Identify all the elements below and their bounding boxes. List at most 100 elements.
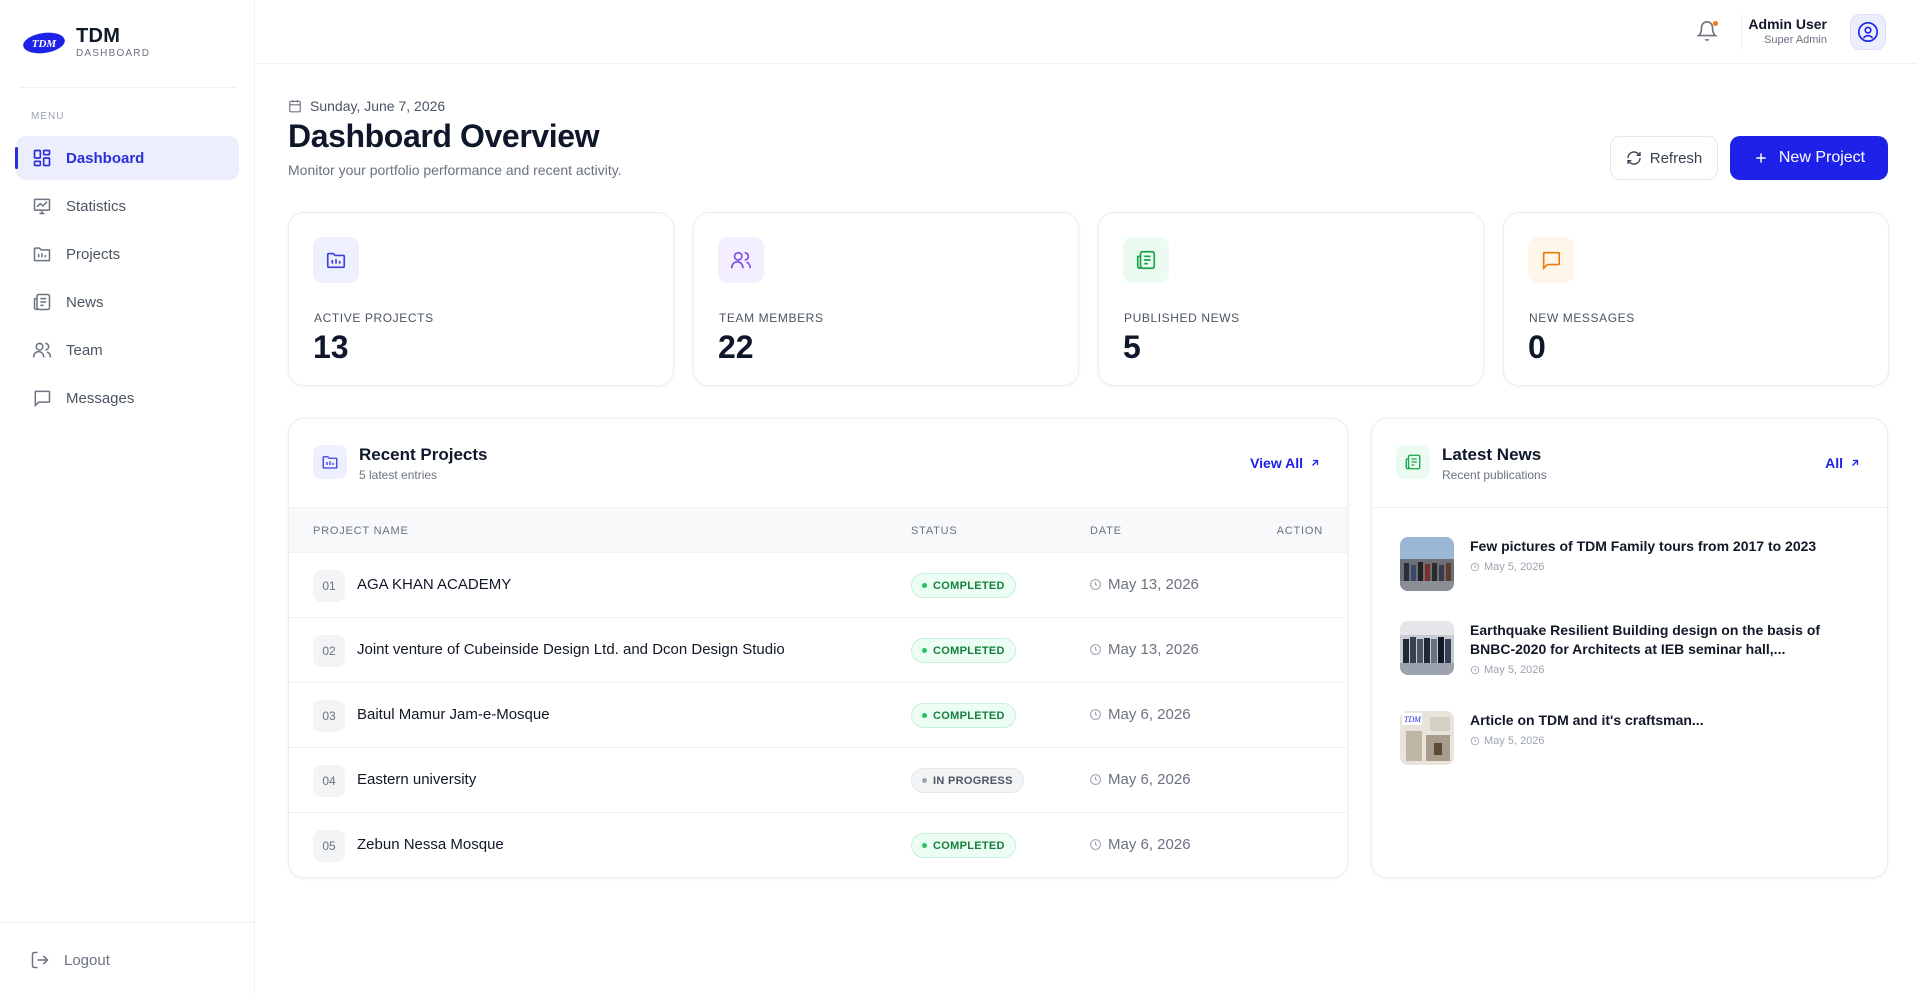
table-row[interactable]: 02 Joint venture of Cubeinside Design Lt… [289, 618, 1347, 683]
status-dot [922, 648, 927, 653]
view-all-label: View All [1250, 455, 1303, 471]
panel-subtitle: Recent publications [1442, 468, 1547, 482]
table-header: PROJECT NAME STATUS DATE ACTION [289, 507, 1347, 553]
refresh-label: Refresh [1649, 149, 1703, 167]
row-number: 01 [313, 570, 345, 602]
brand-subtitle: DASHBOARD [76, 48, 151, 59]
sidebar-item-dashboard[interactable]: Dashboard [15, 136, 239, 180]
arrow-up-right-icon [1852, 459, 1859, 466]
column-header: STATUS [911, 525, 958, 537]
logout-label: Logout [64, 951, 110, 969]
column-header: DATE [1090, 525, 1122, 537]
user-name: Admin User [1748, 16, 1827, 32]
news-thumbnail [1400, 537, 1454, 591]
stat-icon-wrap [718, 237, 764, 283]
stat-value: 5 [1123, 329, 1141, 365]
folder-icon [322, 456, 338, 469]
svg-text:TDM: TDM [32, 38, 58, 50]
sidebar-nav: Dashboard Statistics Projects News Team … [15, 136, 239, 424]
refresh-icon [1627, 151, 1641, 165]
view-all-link[interactable]: View All [1250, 455, 1321, 471]
row-number: 03 [313, 700, 345, 732]
status-badge: COMPLETED [911, 833, 1016, 858]
news-title: Few pictures of TDM Family tours from 20… [1470, 538, 1817, 554]
column-header: PROJECT NAME [313, 525, 409, 537]
page-subtitle: Monitor your portfolio performance and r… [288, 162, 622, 178]
clock-icon [1090, 839, 1101, 850]
divider [1741, 14, 1742, 50]
calendar-icon [289, 100, 301, 113]
sidebar-item-news[interactable]: News [16, 280, 239, 324]
refresh-button[interactable]: Refresh [1610, 136, 1718, 180]
user-circle-icon [1858, 22, 1878, 42]
table-row[interactable]: 03 Baitul Mamur Jam-e-Mosque COMPLETED M… [289, 683, 1347, 748]
sidebar-item-projects[interactable]: Projects [16, 232, 239, 276]
status-text: IN PROGRESS [933, 774, 1013, 787]
news-title: Article on TDM and it's craftsman... [1470, 712, 1704, 728]
news-item[interactable]: TDM Article on TDM and it's craftsman...… [1400, 711, 1860, 767]
all-label: All [1825, 455, 1843, 471]
folder-icon [326, 252, 346, 269]
sidebar-item-messages[interactable]: Messages [16, 376, 239, 420]
column-header: ACTION [1276, 525, 1323, 537]
recent-projects-panel: Recent Projects 5 latest entries View Al… [288, 418, 1348, 878]
clock-icon [1090, 709, 1101, 720]
stat-label: NEW MESSAGES [1529, 311, 1635, 325]
notification-button[interactable] [1696, 20, 1718, 42]
news-date: May 5, 2026 [1470, 561, 1545, 573]
date-text: May 5, 2026 [1484, 561, 1545, 573]
clock-icon [1090, 774, 1101, 785]
news-icon [33, 293, 51, 311]
status-dot [922, 583, 927, 588]
stat-card-published-news[interactable]: PUBLISHED NEWS 5 [1098, 212, 1484, 386]
project-name: Joint venture of Cubeinside Design Ltd. … [357, 641, 785, 658]
row-number: 02 [313, 635, 345, 667]
news-item[interactable]: Few pictures of TDM Family tours from 20… [1400, 537, 1860, 593]
stat-icon-wrap [1123, 237, 1169, 283]
news-title: Earthquake Resilient Building design on … [1470, 622, 1821, 657]
message-icon [1542, 251, 1561, 271]
sidebar-item-label: Projects [66, 245, 121, 263]
divider [0, 922, 255, 923]
clock-icon [1470, 665, 1480, 675]
logout-icon [31, 951, 49, 969]
brand[interactable]: TDM TDM DASHBOARD [22, 26, 150, 59]
table-row[interactable]: 05 Zebun Nessa Mosque COMPLETED May 6, 2… [289, 813, 1347, 877]
project-name: Eastern university [357, 771, 477, 788]
panel-title: Latest News [1442, 445, 1542, 464]
dashboard-icon [33, 149, 51, 167]
sidebar-item-label: Dashboard [66, 149, 145, 167]
news-thumbnail [1400, 621, 1454, 675]
date-text: May 13, 2026 [1108, 576, 1199, 593]
projects-icon [33, 247, 51, 262]
news-date: May 5, 2026 [1470, 664, 1545, 676]
stat-card-team-members[interactable]: TEAM MEMBERS 22 [693, 212, 1079, 386]
stat-card-new-messages[interactable]: NEW MESSAGES 0 [1503, 212, 1889, 386]
table-row[interactable]: 04 Eastern university IN PROGRESS May 6,… [289, 748, 1347, 813]
sidebar-item-team[interactable]: Team [16, 328, 239, 372]
new-project-button[interactable]: New Project [1730, 136, 1888, 180]
brand-title: TDM [76, 25, 121, 47]
table-row[interactable]: 01 AGA KHAN ACADEMY COMPLETED May 13, 20… [289, 553, 1347, 618]
project-name: Zebun Nessa Mosque [357, 836, 504, 853]
stat-label: ACTIVE PROJECTS [314, 311, 434, 325]
menu-label: MENU [31, 111, 65, 122]
clock-icon [1090, 644, 1101, 655]
date-text: May 6, 2026 [1108, 706, 1191, 723]
user-role: Super Admin [1764, 34, 1827, 46]
stat-card-active-projects[interactable]: ACTIVE PROJECTS 13 [288, 212, 674, 386]
sidebar-item-statistics[interactable]: Statistics [16, 184, 239, 228]
user-info[interactable]: Admin User Super Admin [1748, 16, 1827, 46]
sidebar-item-label: Messages [66, 389, 135, 407]
news-item[interactable]: Earthquake Resilient Building design on … [1400, 621, 1860, 677]
logout-button[interactable]: Logout [30, 950, 110, 970]
date-text: May 6, 2026 [1108, 771, 1191, 788]
sidebar-item-label: Team [66, 341, 103, 359]
stat-label: TEAM MEMBERS [719, 311, 824, 325]
project-date: May 6, 2026 [1089, 771, 1191, 788]
stat-value: 13 [313, 329, 349, 365]
status-dot [922, 778, 927, 783]
newspaper-icon [1136, 250, 1156, 270]
all-news-link[interactable]: All [1825, 455, 1861, 471]
avatar[interactable] [1850, 14, 1886, 50]
